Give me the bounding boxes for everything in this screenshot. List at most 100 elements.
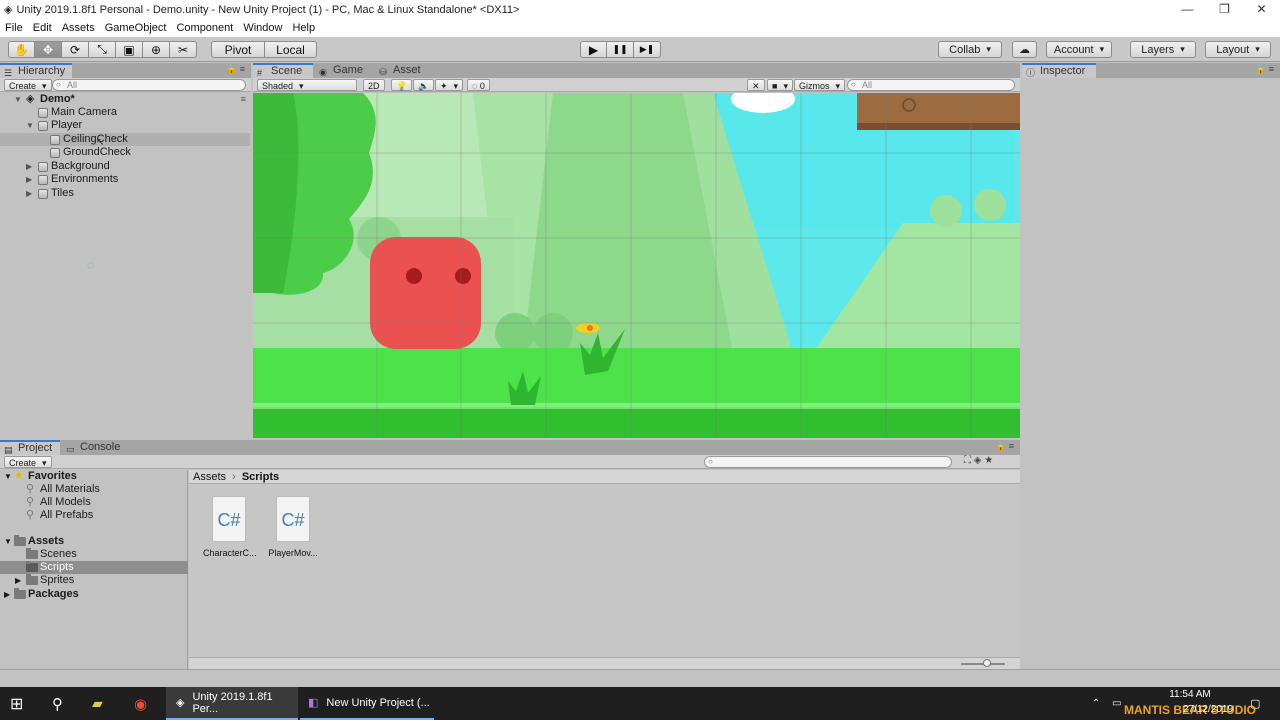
- script-file-item[interactable]: C# PlayerMov...: [267, 496, 319, 560]
- shading-dropdown[interactable]: Shaded: [257, 79, 357, 91]
- gameobject-cube-icon: [38, 121, 48, 131]
- custom-tool-icon[interactable]: ✂: [170, 41, 197, 58]
- tab-scene[interactable]: # Scene: [253, 63, 313, 78]
- project-search-input[interactable]: [704, 456, 952, 468]
- assets-root-row[interactable]: ▼ Assets: [0, 535, 188, 548]
- hierarchy-item[interactable]: ▶ Background: [0, 160, 250, 173]
- expand-arrow-icon[interactable]: ▶: [26, 187, 32, 200]
- step-button[interactable]: ▶❚: [634, 41, 661, 58]
- breadcrumb-assets[interactable]: Assets: [193, 471, 226, 483]
- tab-asset-store[interactable]: ⛁Asset Store: [375, 63, 455, 91]
- tab-project[interactable]: ▤ Project: [0, 440, 60, 455]
- play-button[interactable]: ▶: [580, 41, 607, 58]
- menu-help[interactable]: Help: [287, 22, 320, 34]
- expand-arrow-icon[interactable]: ▶: [26, 160, 32, 173]
- account-label: Account: [1053, 43, 1094, 56]
- scene-root-row[interactable]: ▼ ◈ Demo* ≡: [0, 93, 250, 106]
- gizmos-dropdown[interactable]: Gizmos: [794, 79, 846, 91]
- favorite-item[interactable]: ⚲ All Prefabs: [0, 509, 188, 522]
- pivot-button[interactable]: Pivot: [211, 41, 265, 58]
- favorite-item[interactable]: ⚲ All Materials: [0, 483, 188, 496]
- cloud-icon[interactable]: ☁: [1012, 41, 1037, 58]
- hierarchy-search-input[interactable]: All: [52, 79, 246, 91]
- account-dropdown[interactable]: Account: [1046, 41, 1112, 58]
- hidden-objects-toggle[interactable]: ◌ 0: [467, 79, 490, 91]
- hierarchy-create-label: Create: [9, 81, 37, 91]
- expand-arrow-icon[interactable]: ▼: [4, 535, 12, 548]
- pause-button[interactable]: ❚❚: [607, 41, 634, 58]
- folder-icon: [26, 574, 38, 585]
- close-button[interactable]: ✕: [1243, 0, 1280, 19]
- tab-hierarchy[interactable]: ☰ Hierarchy: [0, 63, 72, 78]
- effects-icon[interactable]: ✦: [435, 79, 464, 91]
- scene-search-input[interactable]: All: [847, 79, 1015, 91]
- tab-console[interactable]: ▭ Console: [62, 440, 126, 455]
- filter-icons[interactable]: ⛶ ◈ ★: [964, 455, 993, 466]
- hierarchy-create-dropdown[interactable]: Create: [4, 79, 52, 91]
- taskbar-app-unity[interactable]: ◈ Unity 2019.1.8f1 Per...: [166, 687, 298, 720]
- asset-folder-row-selected[interactable]: Scripts: [0, 561, 188, 574]
- favorites-row[interactable]: ▼ ★ Favorites: [0, 470, 188, 483]
- slider-handle[interactable]: [983, 659, 991, 667]
- expand-arrow-icon[interactable]: ▶: [4, 588, 10, 601]
- expand-arrow-icon[interactable]: ▼: [14, 93, 22, 106]
- hierarchy-item[interactable]: Main Camera: [0, 106, 250, 119]
- expand-arrow-icon[interactable]: ▼: [26, 119, 34, 132]
- menu-edit[interactable]: Edit: [28, 22, 57, 34]
- menu-file[interactable]: File: [0, 22, 28, 34]
- scene-viewport[interactable]: [253, 93, 1020, 438]
- panel-menu-icon[interactable]: 🔒 ≡: [995, 441, 1014, 452]
- tab-inspector[interactable]: ⓘ Inspector: [1022, 63, 1096, 78]
- audio-icon[interactable]: 🔈: [413, 79, 435, 91]
- menu-window[interactable]: Window: [238, 22, 287, 34]
- layers-dropdown[interactable]: Layers: [1130, 41, 1196, 58]
- camera-icon[interactable]: ■: [767, 79, 793, 91]
- breadcrumb-scripts[interactable]: Scripts: [242, 471, 279, 483]
- expand-arrow-icon[interactable]: ▶: [15, 574, 21, 587]
- maximize-button[interactable]: ❐: [1206, 0, 1243, 19]
- packages-row[interactable]: ▶ Packages: [0, 588, 188, 601]
- asset-folder-label: Scripts: [40, 561, 74, 573]
- rotate-tool-icon[interactable]: ⟳: [62, 41, 89, 58]
- lighting-icon[interactable]: 💡: [391, 79, 413, 91]
- hierarchy-item-hovered[interactable]: CeilingCheck ↖: [0, 133, 250, 148]
- collab-dropdown[interactable]: Collab: [938, 41, 1002, 58]
- rect-tool-icon[interactable]: ▣: [116, 41, 143, 58]
- local-button[interactable]: Local: [265, 41, 317, 58]
- tab-game[interactable]: ◉ Game: [315, 63, 373, 78]
- toggle-2d-button[interactable]: 2D: [363, 79, 385, 91]
- favorite-item[interactable]: ⚲ All Models: [0, 496, 188, 509]
- project-create-dropdown[interactable]: Create: [4, 456, 52, 468]
- notification-icon[interactable]: ▢: [1250, 687, 1264, 720]
- chrome-icon[interactable]: ◉: [134, 687, 154, 720]
- tray-chevron-icon[interactable]: ⌃: [1092, 687, 1106, 720]
- scene-menu-icon[interactable]: ≡: [241, 93, 246, 106]
- file-explorer-icon[interactable]: ▰: [92, 687, 112, 720]
- scale-tool-icon[interactable]: ⤡: [89, 41, 116, 58]
- hand-tool-icon[interactable]: ✋: [8, 41, 35, 58]
- asset-folder-row[interactable]: ▶ Sprites: [0, 574, 188, 587]
- menu-component[interactable]: Component: [171, 22, 238, 34]
- menu-gameobject[interactable]: GameObject: [100, 22, 172, 34]
- move-tool-icon[interactable]: ✥: [35, 41, 62, 58]
- expand-arrow-icon[interactable]: ▶: [26, 173, 32, 186]
- windows-start-icon[interactable]: ⊞: [10, 687, 30, 720]
- panel-menu-icon[interactable]: 🔒 ≡: [1255, 64, 1274, 75]
- script-file-item[interactable]: C# CharacterC...: [203, 496, 257, 560]
- menu-assets[interactable]: Assets: [57, 22, 100, 34]
- hierarchy-item[interactable]: ▶ Environments: [0, 173, 250, 186]
- tools-icon[interactable]: ✕: [747, 79, 765, 91]
- expand-arrow-icon[interactable]: ▼: [4, 470, 12, 483]
- panel-menu-icon[interactable]: 🔒 ≡: [226, 64, 245, 75]
- search-icon[interactable]: ⚲: [52, 687, 72, 720]
- hierarchy-item[interactable]: ▼ Player: [0, 119, 250, 132]
- minimize-button[interactable]: —: [1169, 0, 1206, 19]
- transform-tool-icon[interactable]: ⊕: [143, 41, 170, 58]
- hierarchy-item[interactable]: GroundCheck: [0, 146, 250, 159]
- asset-folder-row[interactable]: Scenes: [0, 548, 188, 561]
- file-label: CharacterC...: [203, 548, 257, 558]
- hierarchy-item[interactable]: ▶ Tiles: [0, 187, 250, 200]
- taskbar-app-visual-studio[interactable]: ◧ New Unity Project (...: [300, 687, 434, 720]
- folder-icon: [26, 548, 38, 559]
- layout-dropdown[interactable]: Layout: [1205, 41, 1271, 58]
